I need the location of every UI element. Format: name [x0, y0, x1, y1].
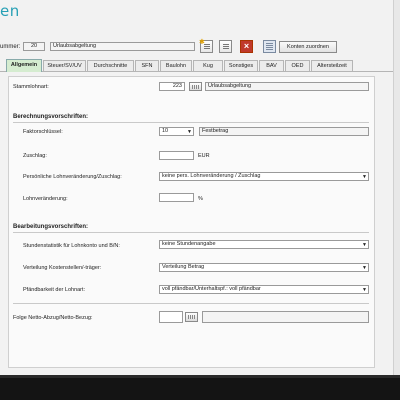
copy-document-button[interactable] [219, 40, 232, 53]
name-field[interactable]: Urlaubsabgeltung [50, 42, 195, 51]
tab-allgemein[interactable]: Allgemein [6, 59, 42, 72]
tab-bar: Allgemein Steuer/SV/UV Durchschnitte SFN… [0, 59, 400, 72]
accounts-icon-button[interactable] [263, 40, 276, 53]
stammlohnart-label: Stammlohnart: [13, 84, 49, 90]
lohnv-label: Lohnveränderung: [23, 196, 68, 202]
pers-select[interactable]: keine pers. Lohnveränderung / Zuschlag ▼ [159, 172, 369, 181]
faktor-label: Faktorschlüssel: [23, 129, 63, 135]
divider [13, 232, 369, 233]
folge-label: Folge Netto-Abzug/Netto-Bezug: [13, 315, 93, 321]
tab-sfn[interactable]: SFN [135, 60, 159, 71]
stunden-select[interactable]: keine Stundenangabe ▼ [159, 240, 369, 249]
stunden-label: Stundenstatistik für Lohnkonto und B/N: [23, 243, 120, 249]
pers-value: keine pers. Lohnveränderung / Zuschlag [162, 173, 261, 179]
stunden-value: keine Stundenangabe [162, 241, 216, 247]
number-label: ummer: [0, 44, 21, 50]
tab-durchschnitte[interactable]: Durchschnitte [87, 60, 134, 71]
stammlohnart-lookup-button[interactable] [189, 82, 202, 91]
number-field[interactable]: 20 [23, 42, 45, 51]
vertical-scrollbar[interactable] [393, 0, 400, 375]
pfand-value: voll pfändbar/Unterhaltspf.: voll pfändb… [162, 286, 261, 292]
kosten-label: Verteilung Kostenstellen/-träger: [23, 265, 102, 271]
lohnv-field[interactable] [159, 193, 194, 202]
pfand-label: Pfändbarkeit der Lohnart: [23, 287, 86, 293]
chevron-down-icon: ▼ [362, 174, 367, 180]
section-berechnung: Berechnungsvorschriften: [13, 114, 89, 120]
faktor-text-field: Festbetrag [199, 127, 369, 136]
kosten-value: Verteilung Betrag [162, 264, 205, 270]
lohnv-unit: % [198, 196, 203, 202]
app-window: en ummer: 20 Urlaubsabgeltung ✱ × Konten… [0, 0, 400, 375]
folge-name-field [202, 311, 369, 323]
folge-lookup-button[interactable] [185, 312, 198, 322]
chevron-down-icon: ▼ [362, 242, 367, 248]
tab-bav[interactable]: BAV [259, 60, 284, 71]
tab-oed[interactable]: OED [285, 60, 310, 71]
faktor-select[interactable]: 10 ▼ [159, 127, 194, 136]
tab-sonstiges[interactable]: Sonstiges [224, 60, 258, 71]
faktor-value: 10 [162, 128, 169, 134]
tab-baulohn[interactable]: Baulohn [160, 60, 192, 71]
delete-button[interactable]: × [240, 40, 253, 53]
zuschlag-label: Zuschlag: [23, 153, 47, 159]
section-bearbeitung: Bearbeitungsvorschriften: [13, 224, 89, 230]
taskbar-area [0, 375, 400, 400]
form-panel: Stammlohnart: 223 Urlaubsabgeltung Berec… [8, 76, 375, 368]
pers-label: Persönliche Lohnveränderung/Zuschlag: [23, 174, 122, 180]
kosten-select[interactable]: Verteilung Betrag ▼ [159, 263, 369, 272]
tab-steuer[interactable]: Steuer/SV/UV [43, 60, 86, 71]
divider [13, 303, 369, 304]
assign-accounts-button[interactable]: Konten zuordnen [279, 41, 337, 53]
chevron-down-icon: ▼ [362, 287, 367, 293]
new-star-icon: ✱ [199, 39, 205, 46]
page-title: en [0, 2, 20, 20]
tab-kug[interactable]: Kug [193, 60, 223, 71]
taskbar-edge [0, 375, 400, 378]
divider [13, 122, 369, 123]
delete-icon: × [243, 41, 250, 51]
stammlohnart-name-field: Urlaubsabgeltung [205, 82, 369, 91]
new-document-button[interactable]: ✱ [199, 39, 213, 53]
tab-altersteilzeit[interactable]: Altersteilzeit [311, 60, 353, 71]
zuschlag-unit: EUR [198, 153, 210, 159]
folge-field[interactable] [159, 311, 183, 323]
pfand-select[interactable]: voll pfändbar/Unterhaltspf.: voll pfändb… [159, 285, 369, 294]
chevron-down-icon: ▼ [362, 265, 367, 271]
stammlohnart-field[interactable]: 223 [159, 82, 185, 91]
chevron-down-icon: ▼ [187, 129, 192, 135]
zuschlag-field[interactable] [159, 151, 194, 160]
